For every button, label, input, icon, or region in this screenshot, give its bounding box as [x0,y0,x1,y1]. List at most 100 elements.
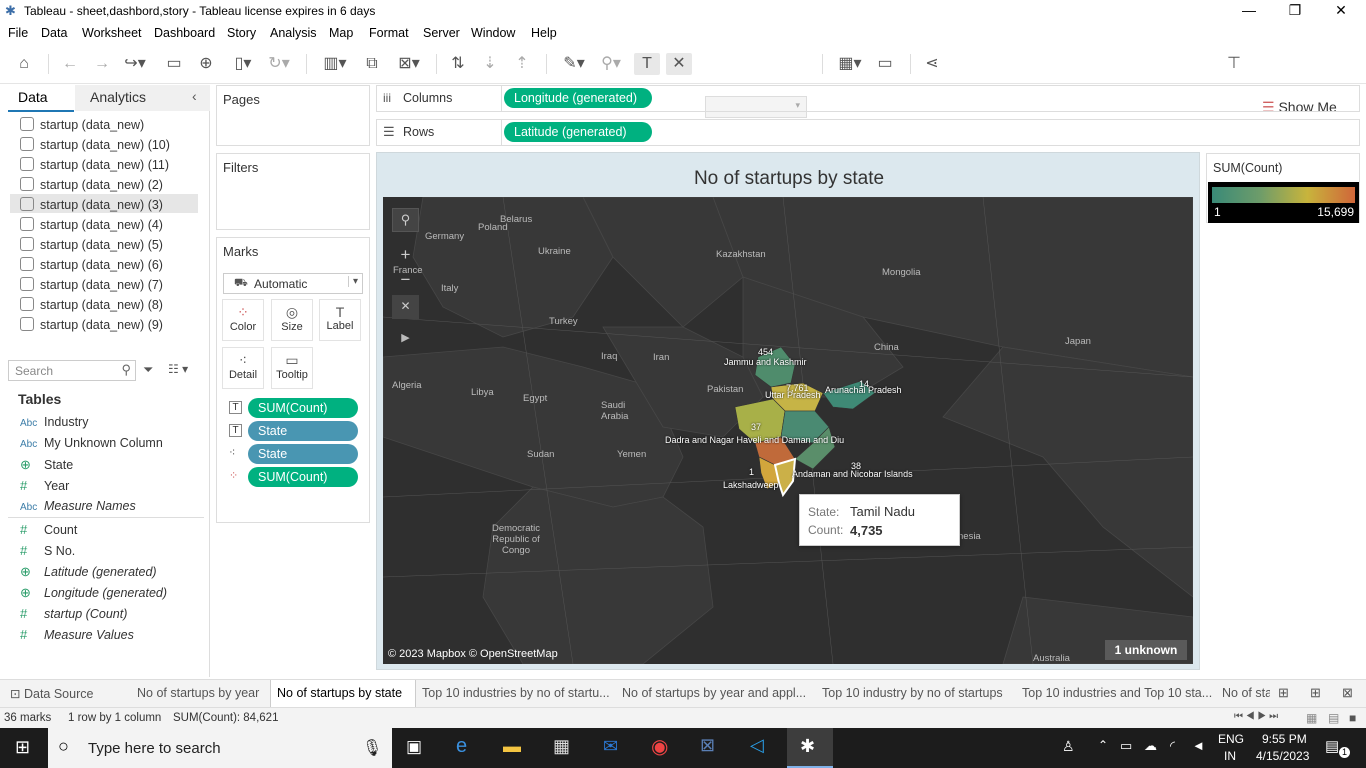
wifi-icon[interactable]: ◜ [1170,738,1175,754]
menu-dashboard[interactable]: Dashboard [154,26,215,40]
menu-format[interactable]: Format [369,26,409,40]
show-cards-icon[interactable]: ▦▾ [834,53,866,75]
menu-server[interactable]: Server [423,26,460,40]
store-icon[interactable]: ▦ [553,736,570,757]
datasource-item[interactable]: startup (data_new) (5) [20,237,163,255]
group-icon[interactable]: ⚲▾ [596,53,626,75]
tab-data-source[interactable]: ⊡ Data Source [10,686,93,701]
redo-icon[interactable]: → [90,53,114,75]
columns-pill[interactable]: Longitude (generated) [504,88,652,108]
map[interactable]: Belarus Poland Germany Ukraine Kazakhstan Mon… [383,197,1193,664]
field-item[interactable]: ⊕ Longitude (generated) [20,585,167,603]
datasource-item[interactable]: startup (data_new) (3) [20,197,163,215]
unknown-indicator[interactable]: 1 unknown [1105,640,1187,660]
show-hidden-icons[interactable]: ⌃ [1098,738,1108,752]
tab-analytics[interactable]: Analytics [90,89,146,105]
notification-icon[interactable]: ▤ [1325,737,1339,755]
mark-pill-color-sum-count[interactable]: SUM(Count) [248,467,358,487]
datasource-item[interactable]: startup (data_new) (8) [20,297,163,315]
pages-card[interactable]: Pages [216,85,370,146]
clock-time[interactable]: 9:55 PM [1262,732,1307,746]
fix-axes-icon[interactable]: ✕ [666,53,692,75]
menu-window[interactable]: Window [471,26,515,40]
menu-help[interactable]: Help [531,26,557,40]
menu-analysis[interactable]: Analysis [270,26,317,40]
tableau-active-icon[interactable]: ✱ [800,736,815,757]
new-dashboard-tab-icon[interactable]: ⊞ [1310,685,1321,701]
sort-asc-icon[interactable]: ⇣ [478,53,502,75]
mark-pill-label-sum-count[interactable]: SUM(Count) [248,398,358,418]
sheet-nav-icon[interactable]: ⏮ ◀ ▶ ⏭ [1234,711,1278,722]
task-view-icon[interactable]: ▣ [406,737,422,757]
datasource-item[interactable]: startup (data_new) (10) [20,137,170,155]
datasource-item[interactable]: startup (data_new) [20,117,144,135]
language-in[interactable]: IN [1224,749,1236,763]
tab-sheet-7[interactable]: No of sta [1222,686,1270,700]
new-worksheet-icon[interactable]: ▥▾ [318,53,352,75]
field-item[interactable]: # Year [20,478,69,496]
restore-icon[interactable]: ❐ [1272,2,1318,19]
people-icon[interactable]: ♙ [1062,738,1075,755]
clear-sheet-icon[interactable]: ⊠▾ [392,53,426,75]
datasource-item[interactable]: startup (data_new) (2) [20,177,163,195]
rows-pill[interactable]: Latitude (generated) [504,122,652,142]
collapse-pane-icon[interactable]: ‹ [192,88,197,104]
mail-icon[interactable]: ✉ [603,736,618,757]
menu-story[interactable]: Story [227,26,256,40]
new-datasource-icon[interactable]: ⊕ [194,53,218,75]
menu-map[interactable]: Map [329,26,353,40]
tab-sheet-5[interactable]: Top 10 industry by no of startups [822,686,1003,700]
mark-pill-detail-state[interactable]: State [248,444,358,464]
sheet-sorter-icon[interactable]: ▦ [1306,711,1317,725]
menu-worksheet[interactable]: Worksheet [82,26,142,40]
edge-icon[interactable]: e [456,735,467,758]
presentation-icon[interactable]: ▭ [872,53,898,75]
language-eng[interactable]: ENG [1218,732,1244,746]
datasource-item[interactable]: startup (data_new) (4) [20,217,163,235]
view-options-icon[interactable]: ☷ ▾ [168,362,188,376]
duplicate-icon[interactable]: ⧉ [360,53,384,75]
minimize-icon[interactable]: — [1226,2,1272,18]
tableau-taskbar-icon[interactable]: ⊠ [700,735,715,756]
field-item[interactable]: Abc Industry [20,415,88,433]
zoom-out-button[interactable]: − [392,269,419,293]
field-item[interactable]: # Measure Values [20,627,134,645]
tab-sheet-3[interactable]: Top 10 industries by no of startu... [422,686,610,700]
highlight-icon[interactable]: ✎▾ [558,53,590,75]
swap-icon[interactable]: ⇅ [446,53,470,75]
mark-type-dropdown[interactable]: ⛟ Automatic ▾ [223,273,363,294]
detail-button[interactable]: ⁖ Detail [222,347,264,389]
tab-sheet-4[interactable]: No of startups by year and appl... [622,686,806,700]
filmstrip-icon[interactable]: ▤ [1328,711,1339,725]
zoom-in-button[interactable]: + [392,244,419,268]
show-labels-icon[interactable]: T [634,53,660,75]
new-worksheet-tab-icon[interactable]: ⊞ [1278,685,1289,701]
save-icon[interactable]: ▭ [162,53,186,75]
field-item[interactable]: # startup (Count) [20,606,127,624]
search-box[interactable]: Search ⚲ [8,360,136,381]
tooltip-button[interactable]: ▭ Tooltip [271,347,313,389]
reset-map-button[interactable]: ✕ [392,295,419,319]
menu-data[interactable]: Data [41,26,67,40]
datasource-item[interactable]: startup (data_new) (11) [20,157,169,175]
chrome-icon[interactable]: ◉ [651,734,668,759]
label-button[interactable]: T Label [319,299,361,341]
filters-card[interactable]: Filters [216,153,370,230]
menu-file[interactable]: File [8,26,28,40]
home-icon[interactable]: ⌂ [12,53,36,75]
field-item[interactable]: Abc Measure Names [20,499,136,517]
microphone-icon[interactable]: 🎙 [362,738,382,758]
clock-date[interactable]: 4/15/2023 [1256,749,1309,763]
map-search-button[interactable]: ⚲ [392,208,419,232]
size-button[interactable]: ◎ Size [271,299,313,341]
battery-icon[interactable]: ▭ [1120,738,1132,754]
refresh-icon[interactable]: ↻▾ [264,53,294,75]
datasource-item[interactable]: startup (data_new) (6) [20,257,163,275]
sort-desc-icon[interactable]: ⇡ [510,53,534,75]
datasource-item[interactable]: startup (data_new) (9) [20,317,163,335]
map-attribution[interactable]: © 2023 Mapbox © OpenStreetMap [388,648,558,660]
undo-icon[interactable]: ← [58,53,82,75]
tab-sheet-1[interactable]: No of startups by year [137,686,259,700]
tab-sheet-2-active[interactable]: No of startups by state [277,686,402,700]
vscode-icon[interactable]: ◁ [750,735,764,756]
